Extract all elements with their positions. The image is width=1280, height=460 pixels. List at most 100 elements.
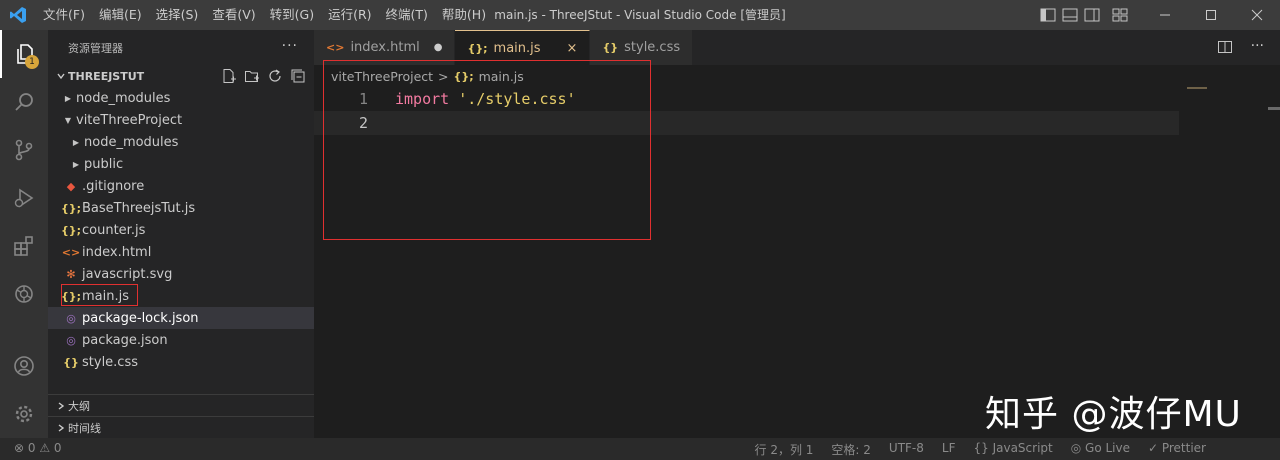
search-icon bbox=[15, 93, 33, 111]
vscode-logo-icon[interactable] bbox=[0, 0, 36, 30]
menu-item[interactable]: 文件(F) bbox=[36, 0, 92, 30]
file-tree-item[interactable]: {}; counter.js bbox=[48, 219, 314, 241]
file-tree-item[interactable]: <> index.html bbox=[48, 241, 314, 263]
collapse-all-icon[interactable] bbox=[290, 68, 306, 84]
watermark: 知乎 @波仔MU bbox=[985, 394, 1242, 435]
tab-label: index.html bbox=[350, 40, 420, 55]
menu-item[interactable]: 转到(G) bbox=[263, 0, 321, 30]
status-item[interactable]: UTF-8 bbox=[889, 441, 924, 458]
title-bar: 文件(F) 编辑(E) 选择(S) 查看(V) 转到(G) 运行(R) 终端(T) 帮助(H)… bbox=[0, 0, 1280, 30]
accounts-activity-button[interactable] bbox=[0, 342, 48, 390]
explorer-actions bbox=[221, 68, 306, 84]
chevron-right-icon: ▶ bbox=[64, 93, 72, 103]
chatgpt-activity-button[interactable] bbox=[0, 270, 48, 318]
status-item[interactable]: {} JavaScript bbox=[973, 441, 1052, 458]
split-editor-icon[interactable] bbox=[1217, 39, 1233, 55]
file-tree-item[interactable]: {}; main.js bbox=[48, 284, 314, 307]
status-item[interactable]: ✓ Prettier bbox=[1148, 441, 1206, 458]
menu-item[interactable]: 选择(S) bbox=[149, 0, 206, 30]
file-tree-label: index.html bbox=[82, 244, 152, 260]
menu-item[interactable]: 查看(V) bbox=[205, 0, 262, 30]
svg-file-icon: ✻ bbox=[66, 267, 76, 281]
explorer-activity-button[interactable]: 1 bbox=[0, 30, 48, 78]
file-tree-label: node_modules bbox=[76, 90, 171, 106]
extensions-activity-button[interactable] bbox=[0, 222, 48, 270]
overview-ruler[interactable] bbox=[1268, 107, 1280, 110]
chevron-down-icon bbox=[54, 71, 68, 81]
js-file-icon: {}; bbox=[60, 223, 82, 237]
file-tree-item[interactable]: ▶ public bbox=[48, 153, 314, 175]
toggle-panel-icon[interactable] bbox=[1062, 8, 1078, 22]
file-tree-item[interactable]: ◆ .gitignore bbox=[48, 175, 314, 197]
refresh-icon[interactable] bbox=[267, 68, 283, 84]
json-file-icon: ◎ bbox=[66, 311, 76, 325]
unsaved-dot-icon[interactable]: ● bbox=[434, 42, 443, 53]
annotation-highlight-box bbox=[323, 60, 651, 240]
workspace-section-header[interactable]: THREEJSTUT bbox=[48, 65, 314, 87]
file-tree-item[interactable]: ▶ node_modules bbox=[48, 131, 314, 153]
problems-status[interactable]: ⊗ 0 ⚠ 0 bbox=[14, 441, 62, 455]
new-folder-icon[interactable] bbox=[244, 68, 260, 84]
new-file-icon[interactable] bbox=[221, 68, 237, 84]
file-type-icon: {}; bbox=[467, 41, 488, 55]
status-item[interactable]: LF bbox=[942, 441, 956, 458]
file-tree-label: BaseThreejsTut.js bbox=[82, 200, 196, 216]
run-debug-activity-button[interactable] bbox=[0, 174, 48, 222]
customize-layout-icon[interactable] bbox=[1112, 8, 1128, 22]
minimize-button[interactable] bbox=[1142, 0, 1188, 30]
explorer-sidebar: 资源管理器 ··· THREEJSTUT ▶ node_modules ▼ viteT… bbox=[48, 30, 314, 438]
file-tree-item[interactable]: ▼ viteThreeProject bbox=[48, 109, 314, 131]
file-tree-label: javascript.svg bbox=[82, 266, 173, 282]
js-file-icon: {}; bbox=[60, 201, 82, 215]
file-tree-item[interactable]: ✻ javascript.svg bbox=[48, 263, 314, 285]
workspace-root-label: THREEJSTUT bbox=[68, 69, 145, 83]
file-tree-item[interactable]: ◎ package-lock.json bbox=[48, 307, 314, 329]
file-tree-label: package-lock.json bbox=[82, 310, 199, 326]
close-tab-icon[interactable]: × bbox=[567, 41, 578, 56]
file-tree-item[interactable]: ▶ node_modules bbox=[48, 87, 314, 109]
outline-section-header[interactable]: 大纲 bbox=[48, 394, 314, 416]
more-actions-icon[interactable]: ··· bbox=[282, 38, 298, 54]
window-controls bbox=[1040, 0, 1280, 30]
explorer-badge: 1 bbox=[25, 55, 39, 69]
menu-item[interactable]: 终端(T) bbox=[379, 0, 435, 30]
manage-activity-button[interactable] bbox=[0, 390, 48, 438]
tab-label: style.css bbox=[624, 40, 681, 55]
outline-label: 大纲 bbox=[68, 399, 90, 413]
extensions-icon bbox=[14, 236, 33, 256]
file-tree-label: node_modules bbox=[84, 134, 179, 150]
maximize-button[interactable] bbox=[1188, 0, 1234, 30]
menu-item[interactable]: 帮助(H) bbox=[435, 0, 493, 30]
file-tree-label: style.css bbox=[82, 354, 138, 370]
close-window-button[interactable] bbox=[1234, 0, 1280, 30]
layout-controls bbox=[1040, 8, 1128, 22]
minimap[interactable] bbox=[1187, 87, 1207, 89]
file-tree-item[interactable]: {}; BaseThreejsTut.js bbox=[48, 197, 314, 219]
git-file-icon: ◆ bbox=[66, 179, 76, 193]
file-tree-item[interactable]: {} style.css bbox=[48, 351, 314, 373]
chevron-right-icon bbox=[54, 401, 68, 411]
menu-item[interactable]: 运行(R) bbox=[321, 0, 378, 30]
menu-item[interactable]: 编辑(E) bbox=[92, 0, 149, 30]
file-type-icon: {} bbox=[602, 41, 619, 54]
file-tree-item[interactable]: ◎ package.json bbox=[48, 329, 314, 351]
status-item[interactable]: 行 2，列 1 bbox=[755, 441, 814, 458]
status-bar: ⊗ 0 ⚠ 0 行 2，列 1 空格: 2 UTF-8 LF {} JavaScript… bbox=[0, 438, 1280, 460]
explorer-title: 资源管理器 bbox=[68, 41, 123, 55]
file-tree: ▶ node_modules ▼ viteThreeProject ▶ node_modu… bbox=[48, 87, 314, 373]
search-activity-button[interactable] bbox=[0, 78, 48, 126]
status-right-items: 行 2，列 1 空格: 2 UTF-8 LF {} JavaScript ◎ Go Liv… bbox=[755, 441, 1207, 458]
toggle-secondary-sidebar-icon[interactable] bbox=[1084, 8, 1100, 22]
source-control-activity-button[interactable] bbox=[0, 126, 48, 174]
html-file-icon: <> bbox=[61, 245, 81, 259]
status-item[interactable]: ◎ Go Live bbox=[1071, 441, 1130, 458]
toggle-sidebar-icon[interactable] bbox=[1040, 8, 1056, 22]
editor-actions: ··· bbox=[1217, 39, 1264, 55]
editor-more-icon[interactable]: ··· bbox=[1251, 39, 1264, 55]
timeline-section-header[interactable]: 时间线 bbox=[48, 416, 314, 438]
chevron-right-icon: ▶ bbox=[72, 137, 80, 147]
file-tree-label: .gitignore bbox=[82, 178, 145, 194]
status-item[interactable]: 空格: 2 bbox=[831, 441, 871, 458]
json-file-icon: ◎ bbox=[66, 333, 76, 347]
annotation-highlight-box bbox=[61, 284, 138, 306]
